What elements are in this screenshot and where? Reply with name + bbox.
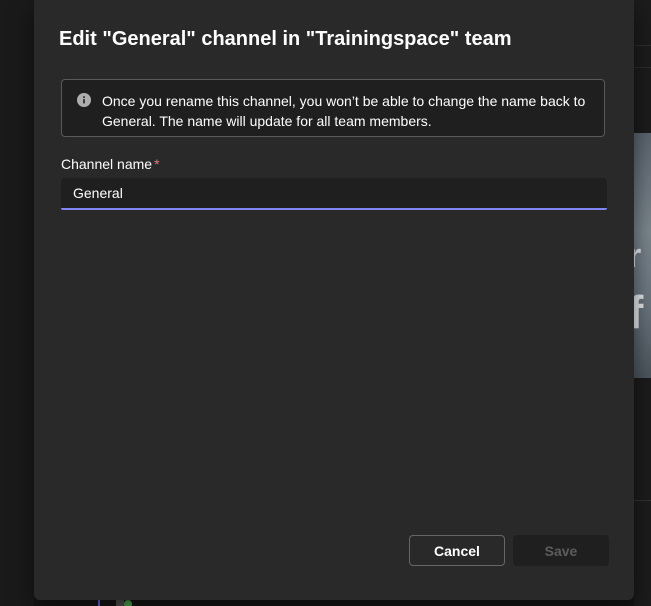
background-divider: [634, 500, 651, 501]
save-button[interactable]: Save: [513, 535, 609, 566]
info-message: Once you rename this channel, you won’t …: [102, 93, 586, 129]
info-icon: [77, 93, 91, 107]
channel-name-input[interactable]: [61, 178, 607, 210]
banner-text-fragment: f: [634, 286, 644, 338]
background-left-rail: [0, 0, 34, 606]
info-banner: Once you rename this channel, you won’t …: [61, 79, 605, 137]
background-banner-image: r f: [634, 133, 651, 378]
required-marker: *: [154, 156, 160, 172]
cancel-button[interactable]: Cancel: [409, 535, 505, 566]
background-divider: [634, 67, 651, 68]
channel-name-label-text: Channel name: [61, 156, 153, 172]
banner-text-fragment: r: [634, 237, 642, 275]
background-divider: [634, 45, 651, 46]
channel-name-label: Channel name *: [61, 156, 160, 172]
edit-channel-dialog: Edit "General" channel in "Trainingspace…: [34, 0, 634, 600]
dialog-title: Edit "General" channel in "Trainingspace…: [59, 28, 512, 50]
